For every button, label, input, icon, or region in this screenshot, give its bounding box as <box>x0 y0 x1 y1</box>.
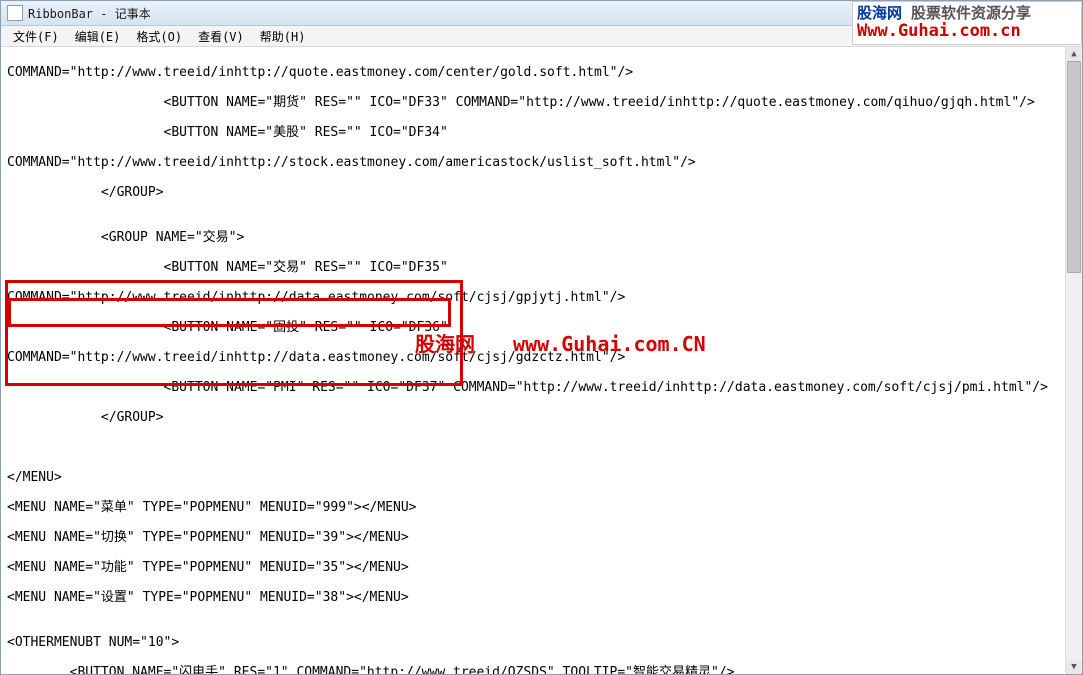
text-line: <MENU NAME="功能" TYPE="POPMENU" MENUID="3… <box>7 560 1076 575</box>
notepad-window: RibbonBar - 记事本 — □ ✕ 文件(F) 编辑(E) 格式(O) … <box>0 0 1083 675</box>
text-area[interactable]: COMMAND="http://www.treeid/inhttp://quot… <box>1 47 1082 674</box>
brand-url: Www.Guhai.com.cn <box>857 22 1077 40</box>
text-line: COMMAND="http://www.treeid/inhttp://quot… <box>7 65 1076 80</box>
window-title: RibbonBar - 记事本 <box>28 5 151 22</box>
menu-format[interactable]: 格式(O) <box>128 26 190 47</box>
app-icon <box>7 5 23 21</box>
text-line: <OTHERMENUBT NUM="10"> <box>7 635 1076 650</box>
brand-name: 股海网 <box>857 4 902 22</box>
menu-view[interactable]: 查看(V) <box>190 26 252 47</box>
scroll-down-icon[interactable]: ▼ <box>1066 660 1082 674</box>
vertical-scrollbar[interactable]: ▲ ▼ <box>1065 47 1082 674</box>
scroll-up-icon[interactable]: ▲ <box>1066 47 1082 61</box>
text-line: <MENU NAME="设置" TYPE="POPMENU" MENUID="3… <box>7 590 1076 605</box>
text-line: </GROUP> <box>7 410 1076 425</box>
menu-help[interactable]: 帮助(H) <box>252 26 314 47</box>
text-line: <BUTTON NAME="期货" RES="" ICO="DF33" COMM… <box>7 95 1076 110</box>
brand-line1: 股海网 股票软件资源分享 <box>857 4 1077 22</box>
text-line: <MENU NAME="切换" TYPE="POPMENU" MENUID="3… <box>7 530 1076 545</box>
text-line: COMMAND="http://www.treeid/inhttp://stoc… <box>7 155 1076 170</box>
text-line: <BUTTON NAME="美股" RES="" ICO="DF34" <box>7 125 1076 140</box>
menu-edit[interactable]: 编辑(E) <box>67 26 129 47</box>
menu-file[interactable]: 文件(F) <box>5 26 67 47</box>
text-line: <BUTTON NAME="PMI" RES="" ICO="DF37" COM… <box>7 380 1076 395</box>
text-line: </GROUP> <box>7 185 1076 200</box>
text-line: </MENU> <box>7 470 1076 485</box>
brand-overlay: 股海网 股票软件资源分享 Www.Guhai.com.cn <box>852 1 1082 45</box>
text-line: <GROUP NAME="交易"> <box>7 230 1076 245</box>
brand-tagline: 股票软件资源分享 <box>902 4 1031 22</box>
text-line: <BUTTON NAME="交易" RES="" ICO="DF35" <box>7 260 1076 275</box>
text-line: COMMAND="http://www.treeid/inhttp://data… <box>7 290 1076 305</box>
text-line: COMMAND="http://www.treeid/inhttp://data… <box>7 350 1076 365</box>
text-line: <BUTTON NAME="闪电手" RES="1" COMMAND="http… <box>7 665 1076 674</box>
scroll-thumb[interactable] <box>1067 61 1081 273</box>
text-line: <BUTTON NAME="固投" RES="" ICO="DF36" <box>7 320 1076 335</box>
text-line: <MENU NAME="菜单" TYPE="POPMENU" MENUID="9… <box>7 500 1076 515</box>
